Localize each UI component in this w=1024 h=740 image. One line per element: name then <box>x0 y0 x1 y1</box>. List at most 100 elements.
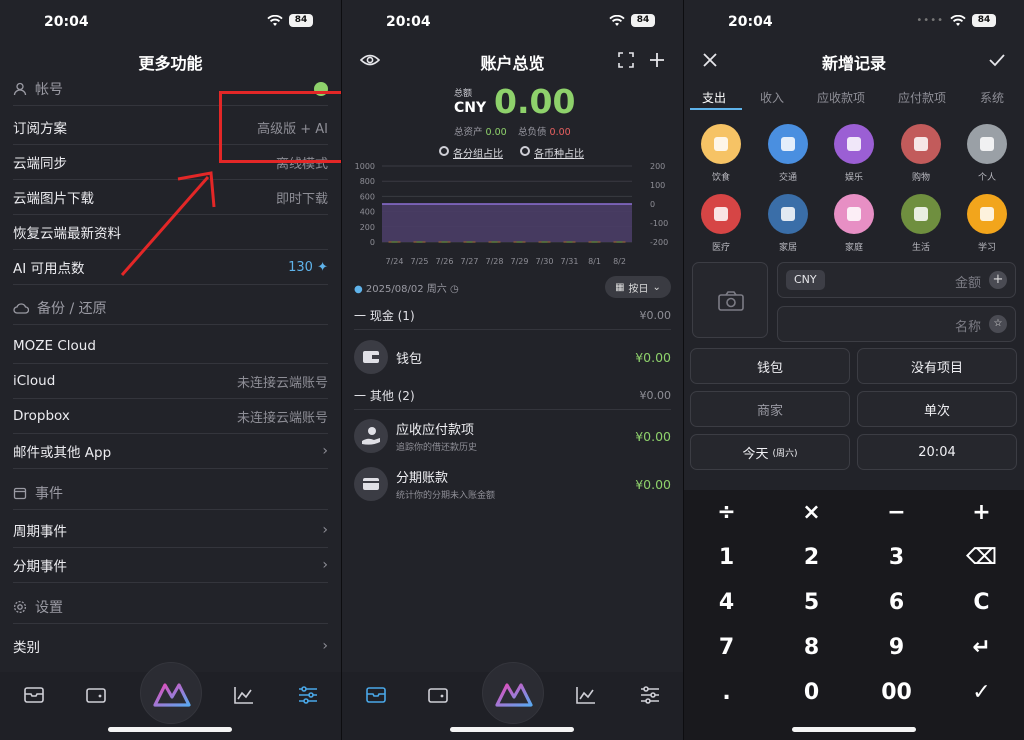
key-0[interactable]: ÷ <box>684 490 769 535</box>
plus-icon[interactable]: + <box>989 271 1007 289</box>
row-mail-apps[interactable]: 邮件或其他 App › <box>13 434 328 469</box>
key-8[interactable]: 4 <box>684 580 769 625</box>
tab-wallet-icon[interactable] <box>84 684 108 706</box>
category-3[interactable]: 购物 <box>896 124 946 183</box>
battery-icon: 84 <box>289 14 313 27</box>
row-recurring-events[interactable]: 周期事件 › <box>13 513 328 548</box>
calendar-icon <box>13 487 27 499</box>
tab-income[interactable]: 收入 <box>760 89 784 106</box>
category-5[interactable]: 医疗 <box>696 194 746 253</box>
key-14[interactable]: 9 <box>854 625 939 670</box>
category-8[interactable]: 生活 <box>896 194 946 253</box>
add-record-button[interactable] <box>140 662 202 724</box>
tab-records-icon[interactable] <box>22 684 46 706</box>
more-features-panel: 20:04 84 更多功能 帐号 订阅方案 高级版 + AI 云端同步 离线模式 云… <box>0 0 341 740</box>
x-tick-label: 7/28 <box>486 257 504 266</box>
x-tick-label: 7/31 <box>561 257 579 266</box>
family-icon <box>834 194 874 234</box>
photo-button[interactable] <box>692 262 768 338</box>
assets-label: 总资产 <box>454 127 483 138</box>
signal-icon: •••• <box>916 15 944 26</box>
account-receivables[interactable]: 应收应付款项 追踪你的借还款历史 ¥0.00 <box>354 414 671 458</box>
key-2[interactable]: − <box>854 490 939 535</box>
group-other[interactable]: 一 其他 (2) ¥0.00 <box>354 382 671 410</box>
period-selector[interactable]: ▦ 按日 ⌄ <box>605 276 671 298</box>
category-4[interactable]: 个人 <box>962 124 1012 183</box>
tab-chart-icon[interactable] <box>232 684 256 706</box>
tab-records-icon[interactable] <box>364 684 388 706</box>
tab-expense[interactable]: 支出 <box>702 89 726 106</box>
person-icon <box>967 124 1007 164</box>
row-categories[interactable]: 类别 › <box>13 628 328 663</box>
tab-receivable[interactable]: 应收款项 <box>817 89 865 106</box>
camera-icon <box>718 291 744 311</box>
category-1[interactable]: 交通 <box>763 124 813 183</box>
key-12[interactable]: 7 <box>684 625 769 670</box>
tab-settings-sliders-icon[interactable] <box>296 684 320 706</box>
star-icon[interactable]: ☆ <box>989 315 1007 333</box>
annotation-arrow <box>120 171 216 276</box>
key-3[interactable]: + <box>939 490 1024 535</box>
category-6[interactable]: 家居 <box>763 194 813 253</box>
fullscreen-icon[interactable] <box>618 52 634 68</box>
category-7[interactable]: 家庭 <box>829 194 879 253</box>
tab-system[interactable]: 系统 <box>980 89 1004 106</box>
left-tick-label: 0 <box>370 238 375 247</box>
account-wallet[interactable]: 钱包 ¥0.00 <box>354 335 671 379</box>
row-installment-events[interactable]: 分期事件 › <box>13 548 328 583</box>
chevron-right-icon: › <box>322 522 328 538</box>
name-field[interactable]: 名称 ☆ <box>777 306 1016 342</box>
tab-settings-sliders-icon[interactable] <box>638 684 662 706</box>
group-cash[interactable]: 一 现金 (1) ¥0.00 <box>354 302 671 330</box>
add-record-button[interactable] <box>482 662 544 724</box>
time-select[interactable]: 20:04 <box>857 434 1017 470</box>
frequency-select[interactable]: 单次 <box>857 391 1017 427</box>
right-tick-label: 100 <box>650 181 665 190</box>
key-7[interactable]: ⌫ <box>939 535 1024 580</box>
project-select[interactable]: 没有项目 <box>857 348 1017 384</box>
plant-icon <box>901 194 941 234</box>
battery-icon: 84 <box>972 14 996 27</box>
amount-field[interactable]: CNY 金额 + <box>777 262 1016 298</box>
status-bar: 20:04 84 <box>0 0 341 44</box>
key-4[interactable]: 1 <box>684 535 769 580</box>
category-2[interactable]: 娱乐 <box>829 124 879 183</box>
tab-payable[interactable]: 应付款项 <box>898 89 946 106</box>
hospital-icon <box>701 194 741 234</box>
key-9[interactable]: 5 <box>769 580 854 625</box>
key-13[interactable]: 8 <box>769 625 854 670</box>
key-11[interactable]: C <box>939 580 1024 625</box>
add-icon[interactable] <box>649 52 665 68</box>
page-title: 更多功能 <box>138 54 203 73</box>
left-tick-label: 800 <box>360 177 375 186</box>
confirm-check-icon[interactable] <box>988 52 1006 68</box>
row-dropbox[interactable]: Dropbox 未连接云端账号 <box>13 399 328 434</box>
series-area <box>382 204 632 242</box>
category-0[interactable]: 饮食 <box>696 124 746 183</box>
merchant-select[interactable]: 商家 <box>690 391 850 427</box>
category-9[interactable]: 学习 <box>962 194 1012 253</box>
row-moze-cloud[interactable]: MOZE Cloud <box>13 329 328 364</box>
currency-chip[interactable]: CNY <box>786 270 825 290</box>
key-17[interactable]: 0 <box>769 670 854 715</box>
key-6[interactable]: 3 <box>854 535 939 580</box>
row-icloud[interactable]: iCloud 未连接云端账号 <box>13 364 328 399</box>
key-10[interactable]: 6 <box>854 580 939 625</box>
key-5[interactable]: 2 <box>769 535 854 580</box>
account-installments[interactable]: 分期账款 统计你的分期未入账金额 ¥0.00 <box>354 462 671 506</box>
key-1[interactable]: × <box>769 490 854 535</box>
section-label: 设置 <box>35 599 63 616</box>
wallet-select[interactable]: 钱包 <box>690 348 850 384</box>
key-16[interactable]: . <box>684 670 769 715</box>
status-bar: 20:04 •••• 84 <box>684 0 1024 44</box>
tab-chart-icon[interactable] <box>574 684 598 706</box>
key-18[interactable]: 00 <box>854 670 939 715</box>
number-keypad: ÷ × − +1 2 3 ⌫ 4 5 6 C 7 8 9 ↵. 0 00 ✓ <box>684 490 1024 740</box>
highlight-box <box>219 91 341 163</box>
tab-wallet-icon[interactable] <box>426 684 450 706</box>
key-15[interactable]: ↵ <box>939 625 1024 670</box>
page-title: 新增记录 <box>821 54 886 73</box>
battery-icon: 84 <box>631 14 655 27</box>
date-select[interactable]: 今天 (周六) <box>690 434 850 470</box>
key-19[interactable]: ✓ <box>939 670 1024 715</box>
